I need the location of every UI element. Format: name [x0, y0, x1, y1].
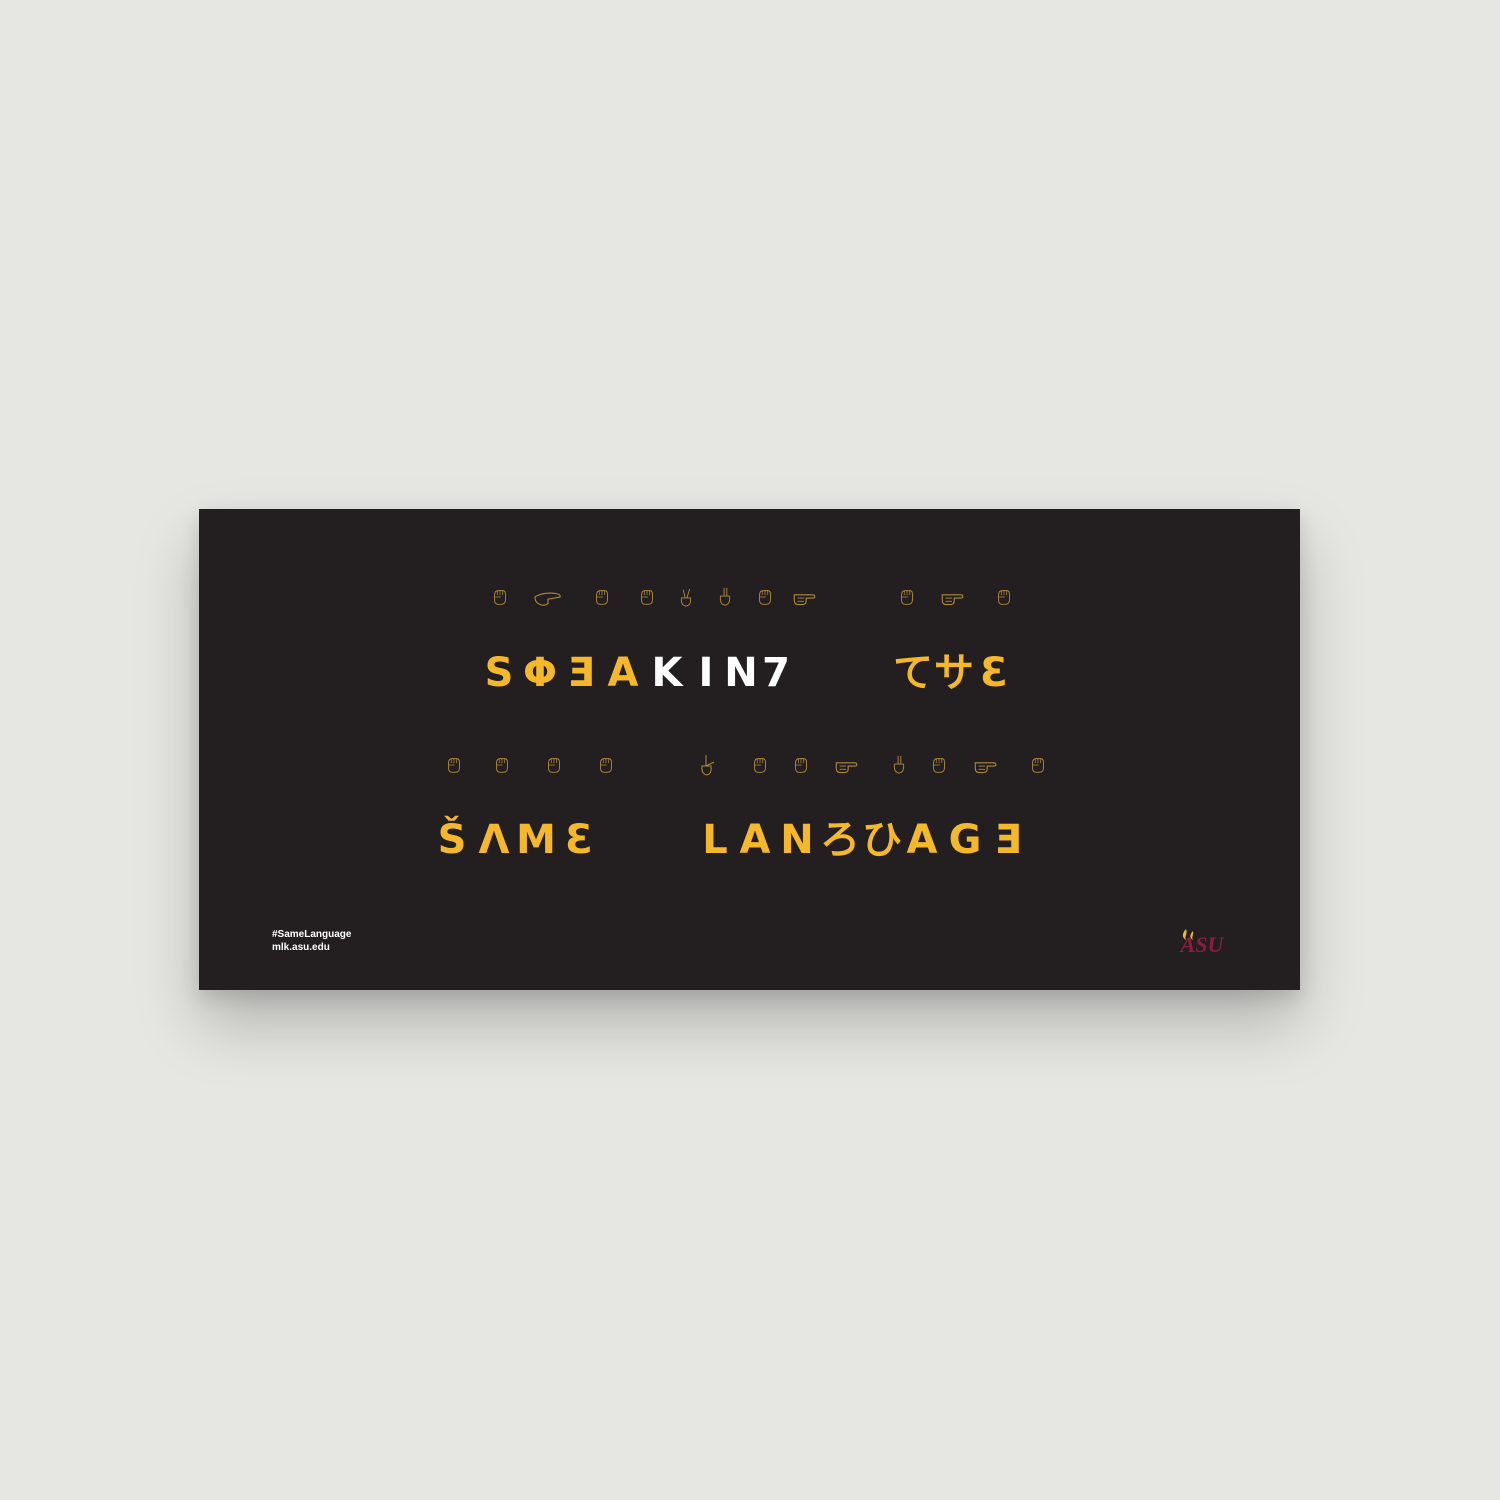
headline-glyph: K	[651, 650, 683, 696]
hand-sign-icon	[889, 753, 909, 777]
headline-glyph: N	[780, 817, 814, 863]
headline-glyph: Ɛ	[980, 650, 1008, 696]
headline-glyph: G	[948, 817, 982, 863]
headline-glyph: て	[893, 650, 933, 696]
headline-glyph: L	[702, 817, 728, 863]
hand-sign-icon	[490, 585, 510, 609]
headline-glyph: Λ	[478, 817, 510, 863]
hand-sign-icon	[791, 585, 817, 609]
hand-sign-icon	[939, 585, 965, 609]
headline-glyph: M	[516, 817, 556, 863]
headline-glyph: Ɛ	[565, 817, 593, 863]
headline-glyph: Ǝ	[567, 650, 595, 696]
headline-glyph: サ	[934, 650, 974, 696]
hand-sign-icon	[994, 585, 1014, 609]
headline-glyph: A	[607, 650, 639, 696]
hand-sign-icon	[972, 753, 998, 777]
hand-sign-icon	[676, 585, 696, 609]
headline-line-1: SΦƎAKIN7 てサƐ	[199, 649, 1300, 697]
hashtag: #SameLanguage	[272, 929, 352, 940]
hand-sign-icon	[791, 753, 811, 777]
hand-sign-icon	[696, 753, 718, 777]
hand-sign-icon	[544, 753, 564, 777]
headline-glyph: A	[739, 817, 771, 863]
hand-sign-icon	[492, 753, 512, 777]
headline-glyph: ひ	[862, 817, 902, 863]
headline-glyph: S	[484, 650, 514, 696]
website-url: mlk.asu.edu	[272, 942, 330, 953]
headline-line-2: ŠΛMƐLANろひAGƎ	[199, 816, 1300, 864]
headline-glyph: A	[906, 817, 938, 863]
hand-sign-icon	[929, 753, 949, 777]
svg-text:ASU: ASU	[1179, 932, 1225, 954]
headline-glyph: 7	[762, 650, 790, 696]
banner: SΦƎAKIN7てサƐ ŠΛMƐLANろひAGƎ #SameLanguage m…	[199, 509, 1300, 990]
headline-glyph: Š	[437, 817, 467, 863]
hand-sign-icon	[715, 585, 735, 609]
headline-glyph: I	[698, 650, 714, 696]
fingerspelling-row-1	[199, 585, 1300, 625]
hand-sign-icon	[529, 585, 567, 609]
headline-glyph: ろ	[820, 817, 860, 863]
hand-sign-icon	[755, 585, 775, 609]
fingerspelling-row-2	[199, 753, 1300, 793]
hand-sign-icon	[592, 585, 612, 609]
hand-sign-icon	[444, 753, 464, 777]
asu-logo: ASU	[1176, 928, 1228, 954]
hand-sign-icon	[1028, 753, 1048, 777]
hand-sign-icon	[596, 753, 616, 777]
headline-glyph: N	[724, 650, 758, 696]
headline-glyph: Ǝ	[994, 817, 1022, 863]
hand-sign-icon	[750, 753, 770, 777]
hand-sign-icon	[897, 585, 917, 609]
hand-sign-icon	[833, 753, 859, 777]
hand-sign-icon	[637, 585, 657, 609]
headline-glyph: Φ	[522, 650, 557, 696]
